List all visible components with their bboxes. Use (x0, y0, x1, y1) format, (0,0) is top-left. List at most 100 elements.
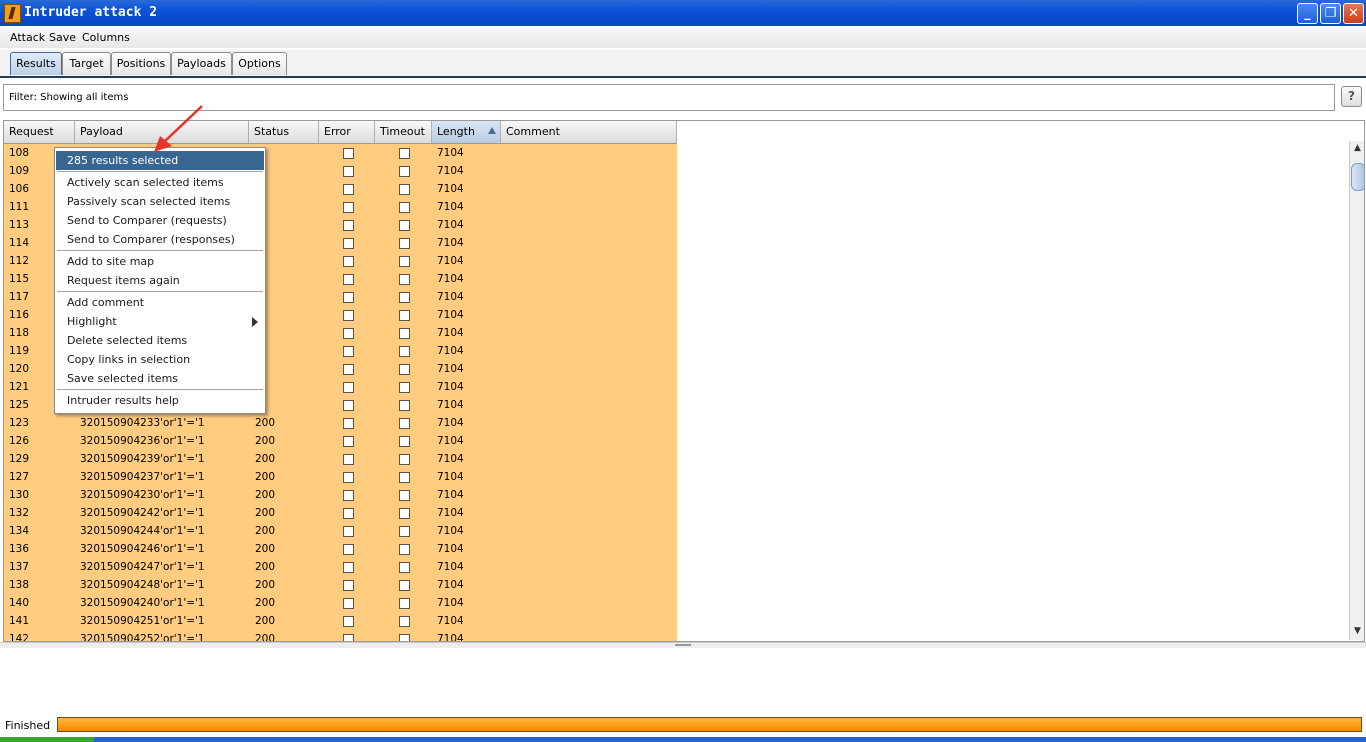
table-row[interactable]: 134 320150904244'or'1'='1 200 7104 (4, 522, 677, 540)
error-checkbox[interactable] (343, 472, 354, 483)
timeout-checkbox[interactable] (399, 256, 410, 267)
column-header-error[interactable]: Error (319, 121, 375, 143)
error-checkbox[interactable] (343, 490, 354, 501)
timeout-checkbox[interactable] (399, 220, 410, 231)
pane-splitter[interactable] (0, 642, 1366, 648)
error-checkbox[interactable] (343, 598, 354, 609)
table-row[interactable]: 123 320150904233'or'1'='1 200 7104 (4, 414, 677, 432)
table-row[interactable]: 132 320150904242'or'1'='1 200 7104 (4, 504, 677, 522)
timeout-checkbox[interactable] (399, 346, 410, 357)
error-checkbox[interactable] (343, 454, 354, 465)
timeout-checkbox[interactable] (399, 310, 410, 321)
error-checkbox[interactable] (343, 634, 354, 641)
column-header-length[interactable]: Length (432, 121, 501, 143)
timeout-checkbox[interactable] (399, 598, 410, 609)
timeout-checkbox[interactable] (399, 364, 410, 375)
column-header-comment[interactable]: Comment (501, 121, 677, 143)
table-row[interactable]: 136 320150904246'or'1'='1 200 7104 (4, 540, 677, 558)
table-row[interactable]: 130 320150904230'or'1'='1 200 7104 (4, 486, 677, 504)
column-header-request[interactable]: Request (4, 121, 75, 143)
error-checkbox[interactable] (343, 526, 354, 537)
timeout-checkbox[interactable] (399, 202, 410, 213)
error-checkbox[interactable] (343, 166, 354, 177)
table-row[interactable]: 142 320150904252'or'1'='1 200 7104 (4, 630, 677, 641)
error-checkbox[interactable] (343, 148, 354, 159)
error-checkbox[interactable] (343, 346, 354, 357)
tab-target[interactable]: Target (62, 52, 111, 75)
error-checkbox[interactable] (343, 418, 354, 429)
error-checkbox[interactable] (343, 310, 354, 321)
menu-item-add-comment[interactable]: Add comment (56, 293, 264, 312)
error-checkbox[interactable] (343, 580, 354, 591)
menu-item-actively-scan-selected-items[interactable]: Actively scan selected items (56, 173, 264, 192)
menu-columns[interactable]: Columns (82, 31, 130, 44)
scroll-down-icon[interactable]: ▼ (1352, 626, 1363, 639)
error-checkbox[interactable] (343, 616, 354, 627)
table-row[interactable]: 127 320150904237'or'1'='1 200 7104 (4, 468, 677, 486)
scroll-up-icon[interactable]: ▲ (1352, 143, 1363, 156)
table-row[interactable]: 137 320150904247'or'1'='1 200 7104 (4, 558, 677, 576)
table-row[interactable]: 141 320150904251'or'1'='1 200 7104 (4, 612, 677, 630)
timeout-checkbox[interactable] (399, 184, 410, 195)
timeout-checkbox[interactable] (399, 292, 410, 303)
error-checkbox[interactable] (343, 400, 354, 411)
tab-results[interactable]: Results (10, 52, 62, 75)
timeout-checkbox[interactable] (399, 508, 410, 519)
timeout-checkbox[interactable] (399, 274, 410, 285)
table-row[interactable]: 138 320150904248'or'1'='1 200 7104 (4, 576, 677, 594)
menu-item-request-items-again[interactable]: Request items again (56, 271, 264, 290)
menu-attack[interactable]: Attack (10, 31, 45, 44)
table-row[interactable]: 129 320150904239'or'1'='1 200 7104 (4, 450, 677, 468)
menu-item-passively-scan-selected-items[interactable]: Passively scan selected items (56, 192, 264, 211)
timeout-checkbox[interactable] (399, 544, 410, 555)
menu-item-add-to-site-map[interactable]: Add to site map (56, 252, 264, 271)
timeout-checkbox[interactable] (399, 472, 410, 483)
menu-item-delete-selected-items[interactable]: Delete selected items (56, 331, 264, 350)
timeout-checkbox[interactable] (399, 418, 410, 429)
error-checkbox[interactable] (343, 508, 354, 519)
menu-item-intruder-results-help[interactable]: Intruder results help (56, 391, 264, 410)
table-row[interactable]: 126 320150904236'or'1'='1 200 7104 (4, 432, 677, 450)
vertical-scrollbar[interactable]: ▲ ▼ (1349, 141, 1364, 640)
error-checkbox[interactable] (343, 544, 354, 555)
error-checkbox[interactable] (343, 238, 354, 249)
restore-button[interactable]: ❐ (1320, 3, 1341, 24)
menu-item-save-selected-items[interactable]: Save selected items (56, 369, 264, 388)
tab-payloads[interactable]: Payloads (171, 52, 232, 75)
timeout-checkbox[interactable] (399, 580, 410, 591)
table-row[interactable]: 140 320150904240'or'1'='1 200 7104 (4, 594, 677, 612)
timeout-checkbox[interactable] (399, 328, 410, 339)
menu-item-copy-links-in-selection[interactable]: Copy links in selection (56, 350, 264, 369)
timeout-checkbox[interactable] (399, 634, 410, 641)
error-checkbox[interactable] (343, 364, 354, 375)
close-button[interactable]: ✕ (1343, 3, 1364, 24)
menu-item-send-to-comparer-requests[interactable]: Send to Comparer (requests) (56, 211, 264, 230)
timeout-checkbox[interactable] (399, 454, 410, 465)
scroll-thumb[interactable] (1351, 163, 1364, 191)
column-header-timeout[interactable]: Timeout (375, 121, 432, 143)
tab-positions[interactable]: Positions (111, 52, 171, 75)
menu-save[interactable]: Save (49, 31, 76, 44)
error-checkbox[interactable] (343, 184, 354, 195)
timeout-checkbox[interactable] (399, 490, 410, 501)
timeout-checkbox[interactable] (399, 400, 410, 411)
error-checkbox[interactable] (343, 220, 354, 231)
start-button[interactable] (0, 737, 94, 742)
error-checkbox[interactable] (343, 256, 354, 267)
timeout-checkbox[interactable] (399, 166, 410, 177)
timeout-checkbox[interactable] (399, 436, 410, 447)
error-checkbox[interactable] (343, 562, 354, 573)
error-checkbox[interactable] (343, 436, 354, 447)
tab-options[interactable]: Options (232, 52, 287, 75)
help-button[interactable]: ? (1341, 86, 1362, 107)
error-checkbox[interactable] (343, 328, 354, 339)
timeout-checkbox[interactable] (399, 526, 410, 537)
error-checkbox[interactable] (343, 292, 354, 303)
error-checkbox[interactable] (343, 202, 354, 213)
timeout-checkbox[interactable] (399, 616, 410, 627)
timeout-checkbox[interactable] (399, 238, 410, 249)
timeout-checkbox[interactable] (399, 382, 410, 393)
error-checkbox[interactable] (343, 274, 354, 285)
menu-item-highlight[interactable]: Highlight (56, 312, 264, 331)
column-header-status[interactable]: Status (249, 121, 319, 143)
